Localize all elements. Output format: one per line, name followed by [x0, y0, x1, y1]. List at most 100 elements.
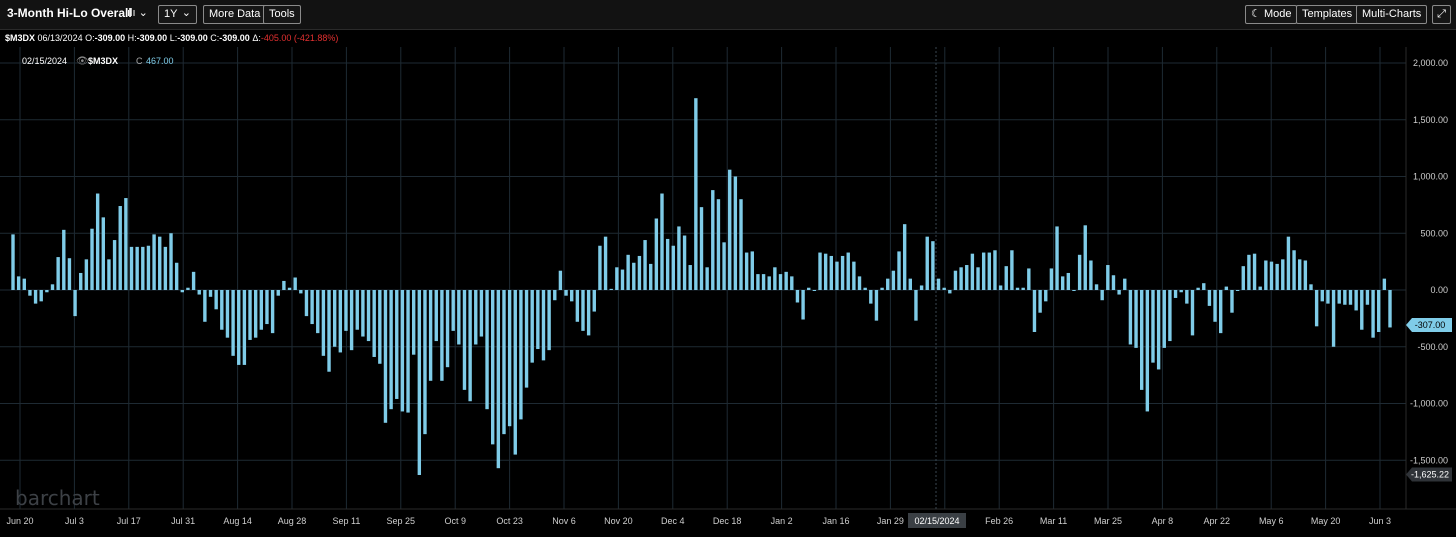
chart-bar: [936, 278, 941, 290]
chart-bar: [852, 261, 856, 291]
chart-bar: [158, 236, 162, 290]
chart-bar: [282, 280, 286, 290]
chart-bar: [457, 290, 461, 345]
chart-bar: [880, 287, 884, 290]
chart-bar: [1015, 287, 1020, 290]
chart-bar: [253, 290, 258, 338]
chart-bar: [649, 263, 653, 290]
ohlc-close: -309.00: [219, 33, 250, 43]
chart-bar: [141, 246, 145, 290]
ohlc-close-label: C:: [210, 33, 220, 43]
chart-bar: [400, 290, 405, 412]
chart-bar: [987, 252, 992, 290]
chart-bar: [1219, 290, 1223, 334]
more-data-button[interactable]: More Data: [203, 5, 267, 24]
ohlc-high-label: H:: [127, 33, 137, 43]
chart-bar: [62, 229, 66, 290]
chart-bar: [1252, 253, 1257, 290]
chart-style-button[interactable]: ılı ⌄: [127, 6, 148, 19]
chart-bar: [682, 235, 687, 290]
templates-button[interactable]: Templates: [1296, 5, 1359, 24]
chart-bar: [276, 290, 280, 296]
chart-bar: [1094, 284, 1099, 290]
x-tick-label: May 6: [1259, 516, 1284, 526]
chart-bar: [197, 290, 201, 295]
chart-bar: [1326, 290, 1330, 304]
chart-bar: [265, 290, 269, 325]
chart-bar: [1241, 266, 1245, 290]
tools-button[interactable]: Tools: [263, 5, 301, 24]
legend-symbol: $M3DX: [88, 56, 118, 66]
chart-bar: [1151, 290, 1155, 363]
chart-bar: [220, 290, 224, 330]
x-tick-label: Sep 11: [332, 516, 360, 526]
chart-bar: [626, 254, 630, 290]
x-tick-label: Apr 8: [1152, 516, 1174, 526]
x-tick-label: Oct 23: [496, 516, 523, 526]
chart-bar: [1140, 290, 1144, 390]
chart-bar: [671, 245, 675, 290]
chart-title[interactable]: 3-Month Hi-Lo Overall: [7, 6, 132, 20]
chart-bar: [316, 290, 320, 334]
bar-chart[interactable]: barchart -1,500.00 -1,000.00 -500.00 0.00 50…: [0, 47, 1456, 537]
chart-bar: [524, 290, 529, 388]
chart-bar: [925, 236, 929, 290]
chart-bar: [90, 228, 94, 290]
y-tick-label: 1,000.00: [1413, 172, 1448, 182]
chevron-down-icon: ⌄: [138, 7, 148, 19]
multi-charts-button[interactable]: Multi-Charts: [1356, 5, 1428, 24]
chart-bar: [1264, 260, 1268, 290]
chart-bar: [632, 262, 636, 290]
chart-bar: [1365, 290, 1370, 305]
mode-label: Mode: [1263, 8, 1292, 20]
chart-bar: [1185, 290, 1189, 304]
chart-bar: [163, 246, 168, 290]
chart-bar: [705, 267, 709, 290]
chart-bar: [124, 198, 128, 290]
chart-bar: [73, 290, 77, 317]
chart-bar: [722, 242, 726, 290]
chart-bar: [660, 193, 664, 290]
chart-bar: [1371, 290, 1375, 338]
expand-button[interactable]: ⤢: [1432, 5, 1451, 24]
mode-button[interactable]: ☾ Mode: [1245, 5, 1298, 24]
chart-bar: [795, 290, 800, 303]
chart-bar: [1145, 290, 1150, 412]
chart-bar: [1077, 254, 1082, 290]
y-tick-label: 500.00: [1420, 228, 1448, 238]
chart-bar: [496, 290, 501, 469]
chart-bar: [733, 176, 738, 290]
chart-bar: [846, 252, 850, 290]
chart-bar: [1190, 290, 1195, 336]
y-tick-label: -1,000.00: [1410, 399, 1448, 409]
chart-bar: [1117, 290, 1121, 295]
chart-bar: [976, 267, 980, 290]
chart-bar: [67, 258, 72, 290]
ohlc-symbol: $M3DX: [5, 33, 36, 43]
chart-bar: [491, 290, 495, 445]
ohlc-date: 06/13/2024: [37, 33, 83, 43]
chart-bar: [609, 288, 613, 290]
chart-bar: [468, 290, 472, 402]
y-tick-label: 0.00: [1430, 285, 1448, 295]
chart-bar: [434, 290, 438, 342]
chart-bar: [355, 290, 359, 330]
chart-bar: [1100, 290, 1104, 301]
chart-bar: [1004, 266, 1008, 290]
chart-bar: [423, 290, 427, 435]
chart-bar: [1230, 290, 1234, 313]
chart-bar: [445, 290, 450, 368]
chart-bar: [1303, 260, 1308, 290]
chart-bar: [1134, 290, 1138, 348]
legend-close-label: C: [136, 56, 143, 66]
chart-bar: [287, 287, 292, 290]
period-select[interactable]: 1Y ⌄: [158, 5, 197, 24]
chart-bar: [558, 270, 563, 290]
y-tick-label: 1,500.00: [1413, 115, 1448, 125]
chart-bar: [502, 290, 506, 435]
chart-bar: [761, 274, 766, 290]
chart-bar: [1314, 290, 1319, 327]
x-tick-label: Dec 18: [713, 516, 742, 526]
chart-bar: [1382, 278, 1387, 290]
chart-bar: [694, 98, 698, 290]
